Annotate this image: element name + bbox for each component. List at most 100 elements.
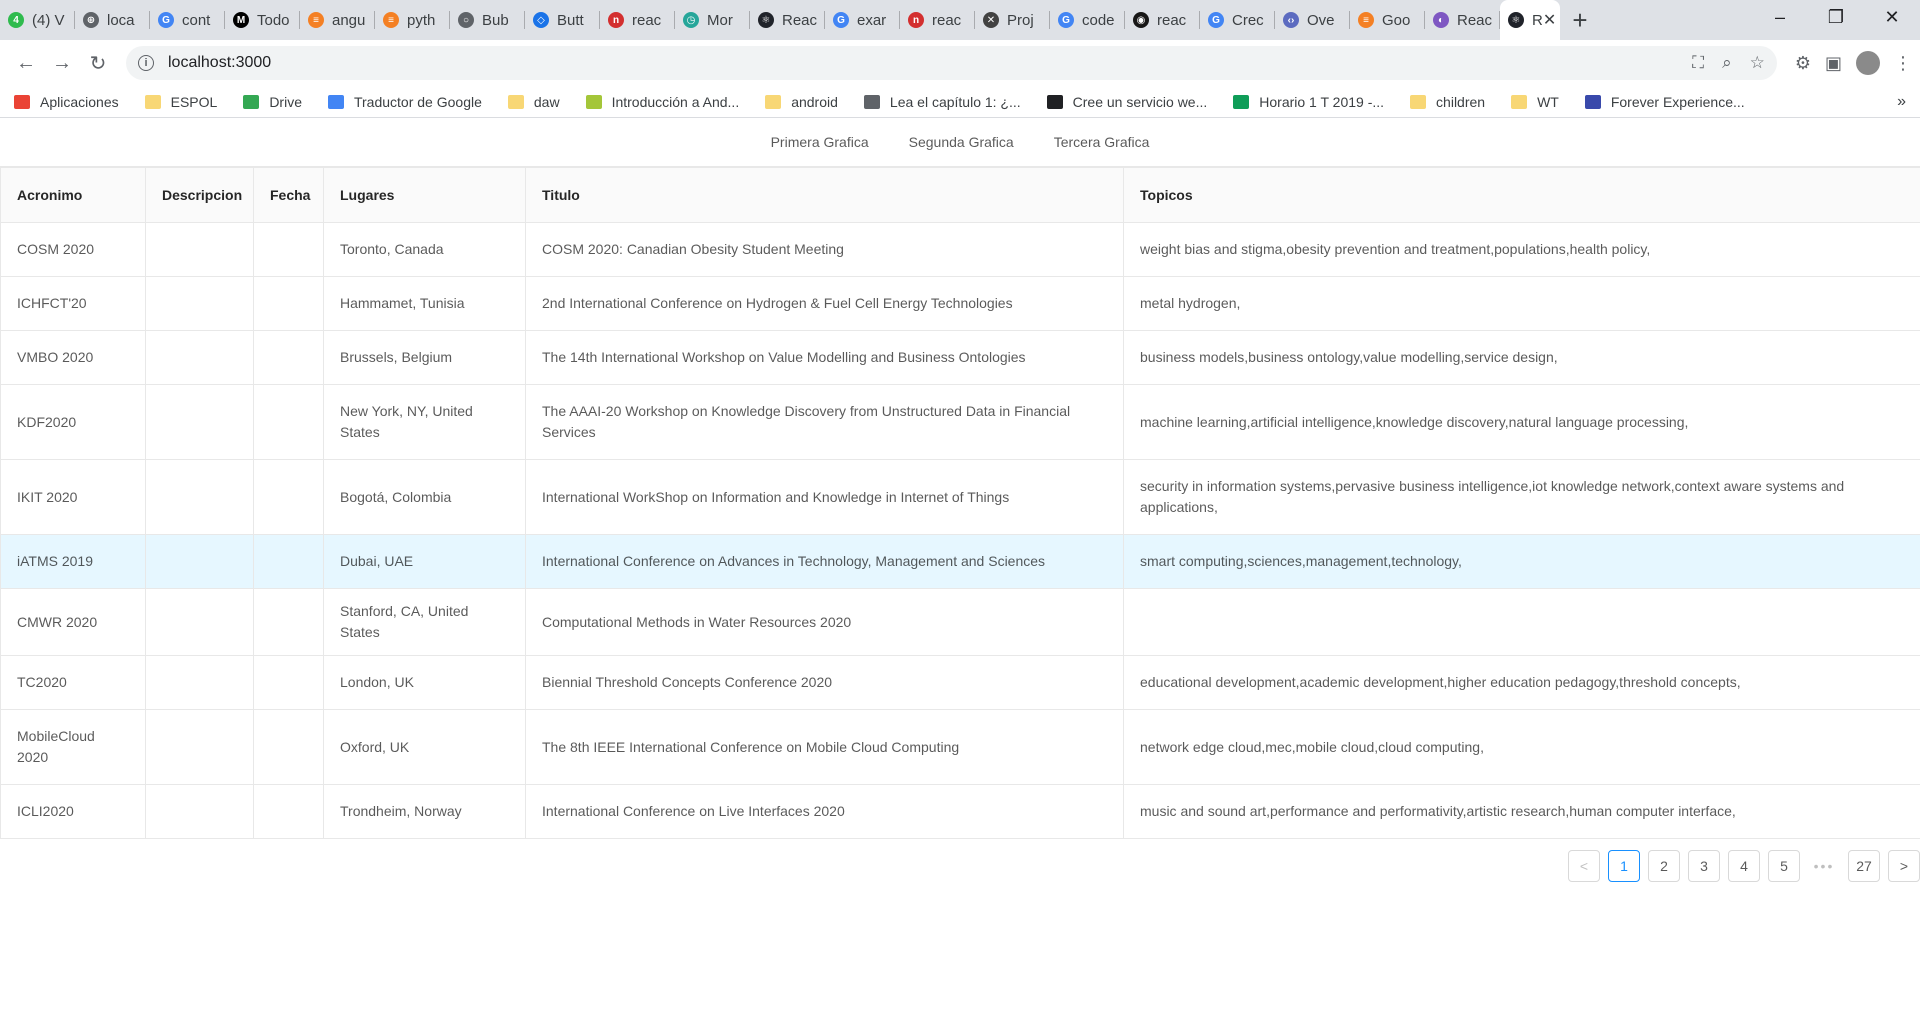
site-info-icon[interactable]: i [138,55,154,71]
bookmark-item[interactable]: children [1410,94,1485,110]
browser-tab[interactable]: ◐ Reac [1425,0,1500,40]
browser-tab[interactable]: ◉ reac [1125,0,1200,40]
reload-icon[interactable]: ↻ [80,45,116,81]
table-row[interactable]: MobileCloud 2020 Oxford, UK The 8th IEEE I… [0,709,1920,785]
browser-tab[interactable]: n reac [900,0,975,40]
bookmark-item[interactable]: Drive [243,94,302,110]
url-text[interactable]: localhost:3000 [168,54,271,72]
pagination: <1 2 3 4 5 ••• 27 > [1568,850,1920,882]
tab-title: Reac [1457,11,1493,29]
new-tab-icon[interactable]: + [1560,0,1600,40]
table-row[interactable]: VMBO 2020 Brussels, Belgium The 14th Inter… [0,330,1920,385]
bookmark-item[interactable]: Lea el capítulo 1: ¿... [863,94,1021,110]
page-button[interactable]: 2 [1648,850,1680,882]
app-nav: Primera Grafica Segunda Grafica Tercera … [0,118,1920,167]
extension-printer-icon[interactable]: ▣ [1825,53,1842,74]
cell-acronimo: ICLI2020 [0,784,146,839]
pagination-ellipsis[interactable]: ••• [1808,850,1840,882]
bookmark-item[interactable]: Horario 1 T 2019 -... [1233,94,1384,110]
nav-segunda-grafica[interactable]: Segunda Grafica [889,134,1034,150]
tab-favicon-icon: G [1208,12,1224,28]
page-button[interactable]: 5 [1768,850,1800,882]
cell-titulo: The 14th International Workshop on Value… [525,330,1124,385]
address-bar[interactable]: i localhost:3000 ⛶ ⌕ ☆ [126,46,1777,80]
browser-tab[interactable]: ✕ Proj [975,0,1050,40]
menu-kebab-icon[interactable]: ⋮ [1894,53,1912,74]
column-header-titulo[interactable]: Titulo [525,167,1124,223]
cell-lugares: Dubai, UAE [323,534,526,589]
cell-fecha [253,655,324,710]
browser-tab[interactable]: n reac [600,0,675,40]
browser-tab[interactable]: Gexar [825,0,900,40]
extension-gear-icon[interactable]: ⚙ [1795,53,1811,74]
browser-tab[interactable]: ≡ angu [300,0,375,40]
bookmark-item[interactable]: Aplicaciones [14,94,119,110]
cell-fecha [253,588,324,656]
table-row[interactable]: ICHFCT'20 Hammamet, Tunisia 2nd Internatio… [0,276,1920,331]
table-row[interactable]: TC2020 London, UK Biennial Threshold Conce… [0,655,1920,710]
column-header-lugares[interactable]: Lugares [323,167,526,223]
bookmark-label: Forever Experience... [1610,93,1745,110]
minimize-icon[interactable]: – [1752,0,1808,34]
close-tab-icon[interactable]: ✕ [1543,10,1556,30]
bookmark-item[interactable]: android [765,94,838,110]
zoom-icon[interactable]: ⌕ [1722,53,1732,73]
bookmark-item[interactable]: WT [1511,94,1559,110]
prev-page-button[interactable]: < [1568,850,1600,882]
cell-titulo: 2nd International Conference on Hydrogen… [525,276,1124,331]
table-row[interactable]: IKIT 2020 Bogotá, Colombia International W… [0,459,1920,535]
column-header-topicos[interactable]: Topicos [1123,167,1920,223]
browser-tab[interactable]: ◷ Mor [675,0,750,40]
bookmark-item[interactable]: Introducción a And... [585,93,740,110]
bookmark-item[interactable]: Traductor de Google [327,94,482,110]
column-header-fecha[interactable]: Fecha [253,167,324,223]
table-row[interactable]: KDF2020 New York, NY, United States The AA… [0,384,1920,460]
bookmark-item[interactable]: Cree un servicio we... [1046,94,1207,110]
apps-icon [14,94,30,109]
browser-tab[interactable]: Gcont [150,0,225,40]
maximize-icon[interactable]: ❐ [1808,0,1864,34]
browser-tab[interactable]: Gcode [1050,0,1125,40]
forward-icon[interactable]: → [44,45,80,81]
table-row[interactable]: CMWR 2020 Stanford, CA, United States Comp… [0,588,1920,656]
browser-tab[interactable]: ⚛ Reac [750,0,825,40]
table-row[interactable]: COSM 2020 Toronto, Canada COSM 2020: Canad… [0,222,1920,277]
back-icon[interactable]: ← [8,45,44,81]
browser-tab[interactable]: G Crec [1200,0,1275,40]
bookmark-label: Introducción a And... [611,93,740,110]
cell-acronimo: CMWR 2020 [0,588,146,656]
cell-lugares: Oxford, UK [323,709,526,785]
profile-avatar[interactable] [1856,51,1880,75]
bookmark-item[interactable]: Forever Experience... [1584,93,1745,110]
bookmarks-overflow-icon[interactable]: » [1897,93,1906,111]
folder-icon [507,94,524,109]
page-button[interactable]: 1 [1608,850,1640,882]
browser-tab[interactable]: 4 (4) V [0,0,75,40]
browser-tab[interactable]: ≡ pyth [375,0,450,40]
paw-icon [1046,94,1063,109]
browser-tab-active[interactable]: ⚛ R ✕ [1500,0,1560,40]
close-window-icon[interactable]: ✕ [1864,0,1920,34]
bookmark-item[interactable]: ESPOL [144,94,217,110]
table-row[interactable]: ICLI2020 Trondheim, Norway International C… [0,784,1920,839]
browser-tab[interactable]: M Todo [225,0,300,40]
browser-tab[interactable]: ○ Bub [450,0,525,40]
page-button[interactable]: 27 [1848,850,1880,882]
translate-icon[interactable]: ⛶ [1692,53,1704,73]
next-page-button[interactable]: > [1888,850,1920,882]
bookmark-star-icon[interactable]: ☆ [1750,53,1765,73]
bookmark-item[interactable]: daw [507,94,560,110]
nav-primera-grafica[interactable]: Primera Grafica [751,134,889,150]
column-header-acronimo[interactable]: Acronimo [0,167,146,223]
tab-favicon-icon: ◷ [683,12,699,28]
browser-tab[interactable]: ⊕ loca [75,0,150,40]
column-header-descripcion[interactable]: Descripcion [145,167,254,223]
browser-tab[interactable]: ◇ Butt [525,0,600,40]
browser-tab[interactable]: ≡ Goo [1350,0,1425,40]
page-button[interactable]: 4 [1728,850,1760,882]
cell-fecha [253,709,324,785]
page-button[interactable]: 3 [1688,850,1720,882]
table-row[interactable]: iATMS 2019 Dubai, UAE International Confer… [0,534,1920,589]
nav-tercera-grafica[interactable]: Tercera Grafica [1034,134,1170,150]
browser-tab[interactable]: ‹› Ove [1275,0,1350,40]
